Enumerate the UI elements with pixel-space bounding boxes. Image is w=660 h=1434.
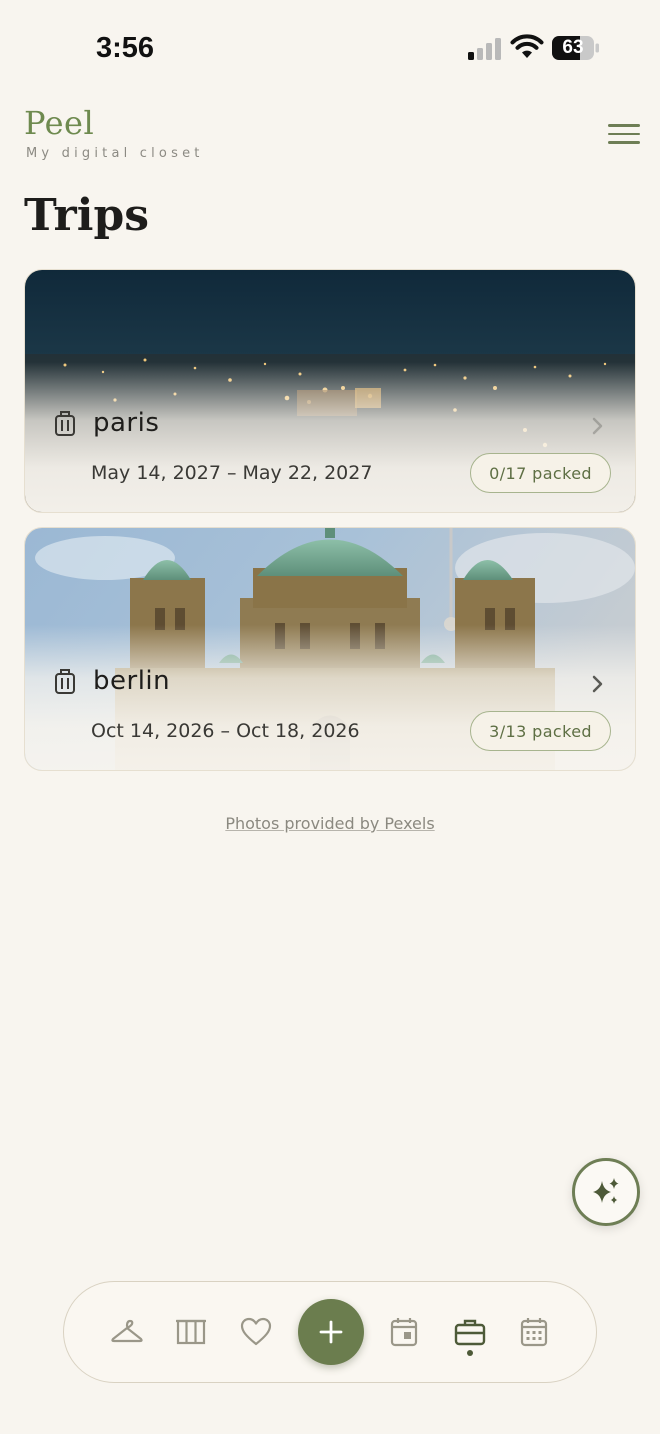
trip-dates: May 14, 2027 – May 22, 2027 [91, 462, 373, 484]
nav-closet[interactable] [107, 1312, 147, 1352]
app-brand: Peel My digital closet [24, 104, 204, 161]
packed-status-badge: 0/17 packed [470, 453, 611, 493]
trip-name: berlin [93, 666, 171, 696]
luggage-icon [55, 669, 75, 694]
trip-title-row: berlin [53, 666, 170, 696]
page-title: Trips [24, 190, 149, 241]
battery-indicator: 63 [552, 35, 600, 61]
calendar-icon [520, 1318, 548, 1347]
active-tab-indicator [467, 1350, 473, 1356]
nav-favorites[interactable] [236, 1312, 276, 1352]
battery-level: 63 [562, 37, 584, 58]
plus-icon [319, 1320, 343, 1344]
photo-credits-link[interactable]: Photos provided by Pexels [0, 814, 660, 833]
cellular-signal-icon [468, 38, 501, 60]
nav-trips[interactable] [450, 1312, 490, 1352]
trip-dates: Oct 14, 2026 – Oct 18, 2026 [91, 720, 360, 742]
nav-calendar[interactable] [514, 1312, 554, 1352]
suitcase-icon [454, 1319, 486, 1346]
status-time: 3:56 [96, 32, 155, 64]
chevron-right-icon [592, 417, 603, 435]
trip-card-berlin[interactable]: berlin Oct 14, 2026 – Oct 18, 2026 3/13 … [24, 527, 636, 771]
status-bar: 3:56 63 [0, 0, 660, 96]
chevron-right-icon [592, 675, 603, 693]
nav-outfit-day[interactable] [384, 1312, 424, 1352]
heart-icon [240, 1317, 272, 1346]
trip-card-paris[interactable]: paris May 14, 2027 – May 22, 2027 0/17 p… [24, 269, 636, 513]
hanger-icon [111, 1319, 143, 1343]
luggage-icon [55, 411, 75, 436]
app-name: Peel [24, 104, 95, 142]
ai-assistant-button[interactable] [572, 1158, 640, 1226]
wardrobe-icon [176, 1319, 206, 1345]
trip-title-row: paris [53, 408, 159, 438]
trip-name: paris [93, 408, 160, 438]
calendar-day-icon [390, 1318, 418, 1347]
wifi-icon [510, 34, 544, 58]
trips-screen: 3:56 63 Peel My digital closet Trips par… [0, 0, 660, 1434]
packed-status-badge: 3/13 packed [470, 711, 611, 751]
add-button[interactable] [298, 1299, 364, 1365]
menu-button[interactable] [608, 124, 640, 152]
sparkles-icon [593, 1178, 619, 1204]
menu-icon [608, 124, 640, 127]
nav-wardrobe[interactable] [171, 1312, 211, 1352]
app-tagline: My digital closet [26, 146, 204, 161]
bottom-navigation [63, 1281, 597, 1383]
